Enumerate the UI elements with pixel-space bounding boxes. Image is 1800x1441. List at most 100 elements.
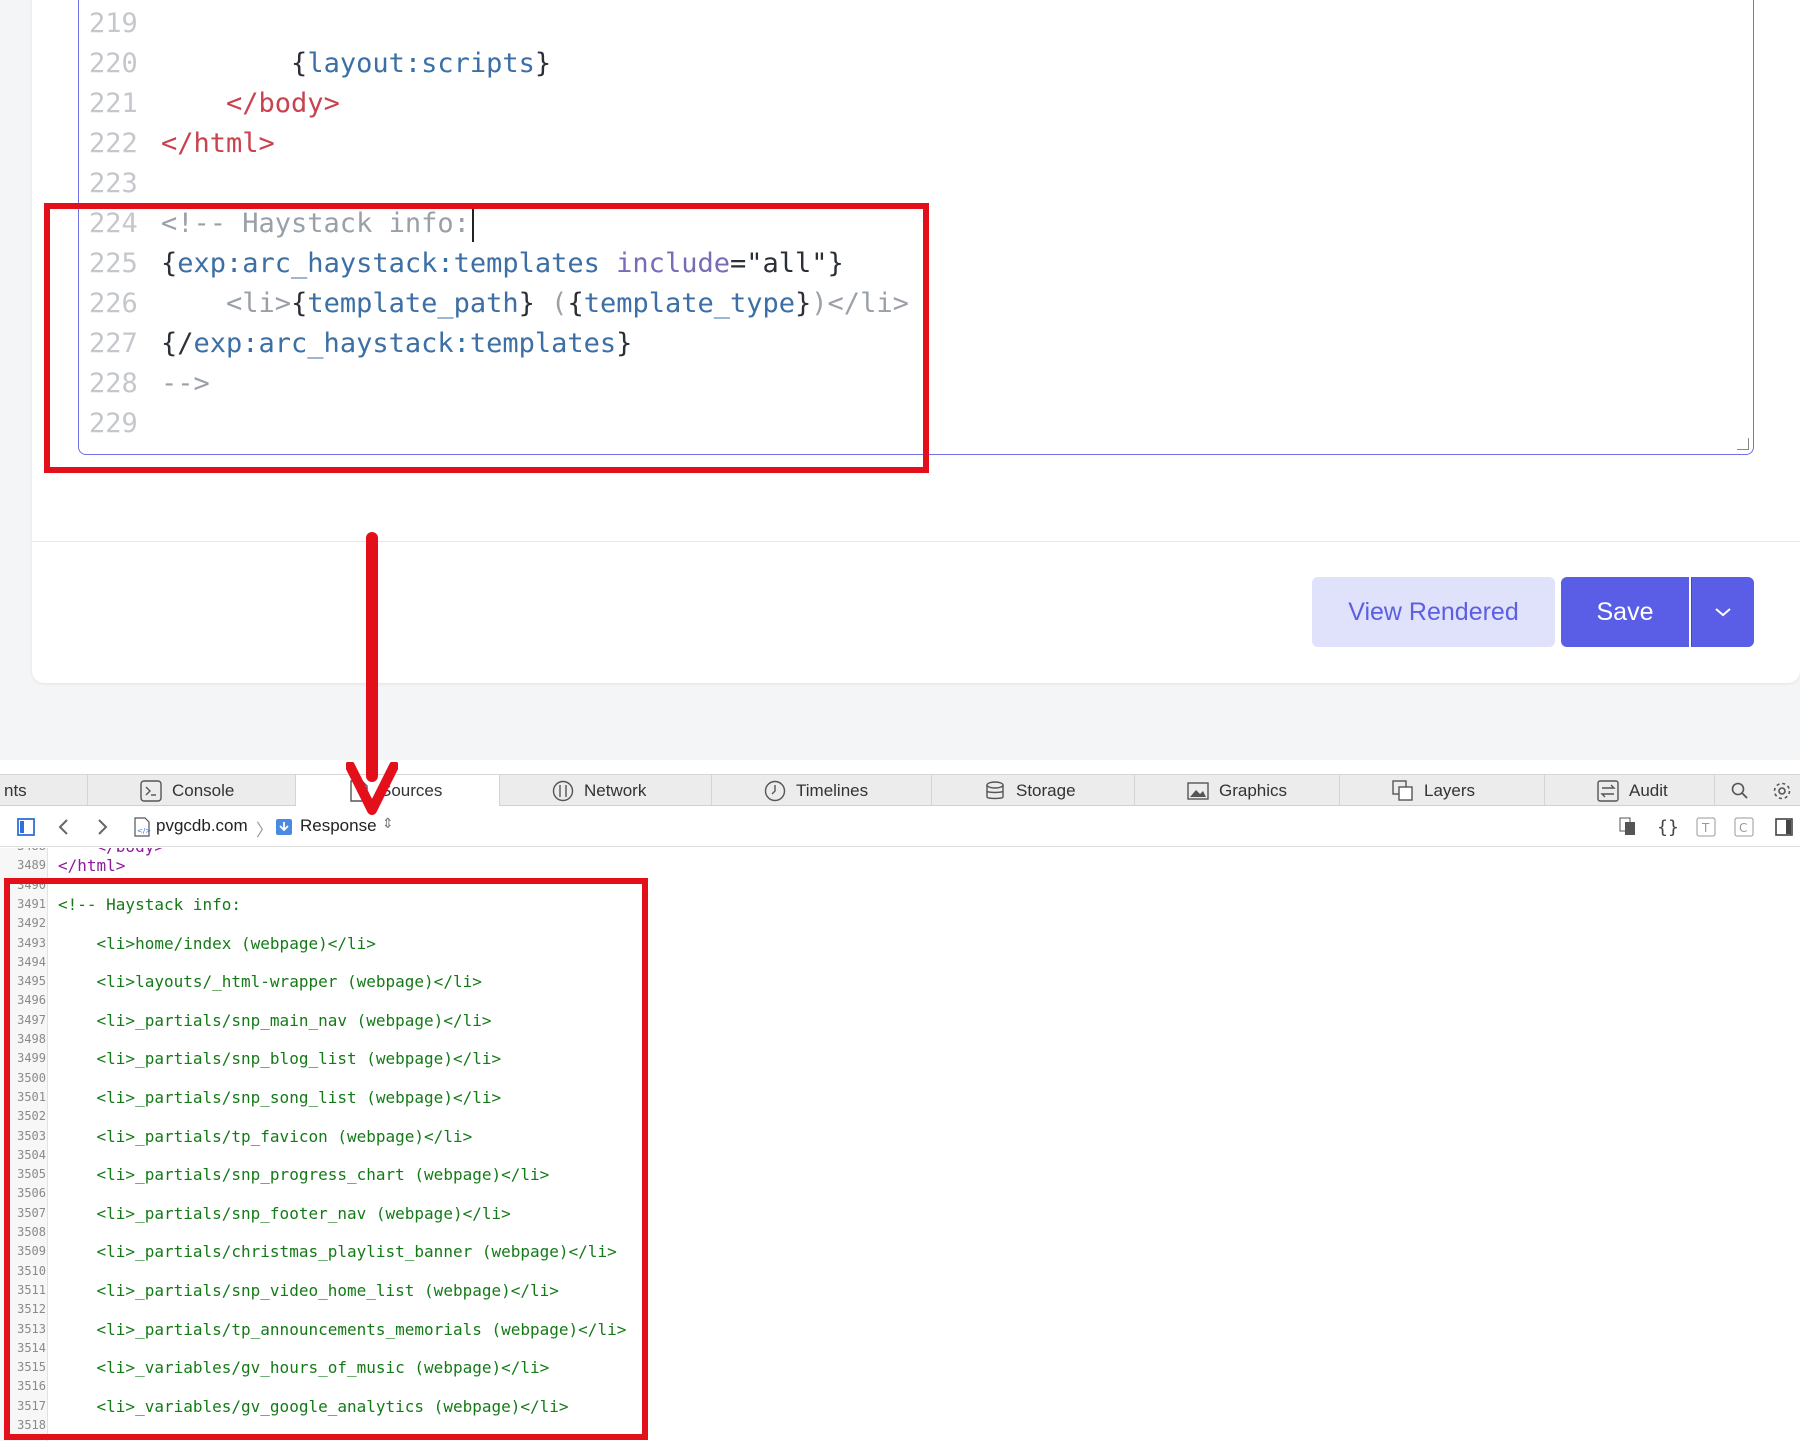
text-cursor — [471, 207, 474, 242]
source-line-text: <li>home/index (webpage)</li> — [58, 933, 376, 953]
source-line-text: <li>layouts/_html-wrapper (webpage)</li> — [58, 972, 482, 992]
source-line-text: <li>_partials/tp_favicon (webpage)</li> — [58, 1126, 473, 1146]
source-line: 3514 — [0, 1339, 1800, 1358]
editor-line[interactable]: 227 {/exp:arc_haystack:templates} — [79, 324, 1753, 364]
source-line-number: 3512 — [17, 1302, 46, 1317]
image-icon — [1187, 780, 1209, 802]
code-token: { — [291, 48, 308, 79]
tab-label: nts — [4, 780, 27, 800]
source-line-number: 3516 — [17, 1379, 46, 1394]
forward-icon[interactable] — [90, 815, 114, 839]
tab-storage[interactable]: Storage — [932, 775, 1135, 806]
code-token: } — [518, 288, 535, 319]
source-viewer[interactable]: 3488 </body> 3489 </html> 3490 3491 <!-- Hays… — [0, 848, 1800, 1441]
editor-line-number: 219 — [89, 8, 138, 39]
editor-line[interactable]: 221 </body> — [79, 84, 1753, 124]
tab-audit[interactable]: Audit — [1545, 775, 1715, 806]
tab-layers[interactable]: Layers — [1340, 775, 1545, 806]
card-divider — [32, 541, 1800, 542]
download-icon — [272, 815, 296, 839]
tab-console[interactable]: Console — [88, 775, 296, 806]
details-sidebar-icon[interactable] — [1772, 815, 1796, 839]
source-line: 3503 <li>_partials/tp_favicon (webpage)<… — [0, 1127, 1800, 1146]
source-line: 3512 — [0, 1300, 1800, 1319]
source-line-number: 3498 — [17, 1032, 46, 1046]
view-rendered-button[interactable]: View Rendered — [1312, 577, 1555, 647]
source-line-number: 3496 — [17, 993, 46, 1008]
back-icon[interactable] — [52, 815, 76, 839]
source-line-number: 3501 — [17, 1089, 46, 1104]
css-type-icon[interactable]: C — [1732, 815, 1756, 839]
source-line-number: 3490 — [17, 877, 46, 892]
editor-line-number: 220 — [89, 48, 138, 79]
editor-line-text: {layout:scripts} — [161, 44, 551, 84]
source-line: 3500 — [0, 1069, 1800, 1088]
tab-timelines[interactable]: Timelines — [712, 775, 932, 806]
sidebar-toggle-icon[interactable] — [14, 815, 38, 839]
tab-sources[interactable]: Sources — [296, 775, 500, 806]
editor-line[interactable]: 222 </html> — [79, 124, 1753, 164]
search-icon[interactable] — [1728, 779, 1752, 803]
editor-line[interactable]: 224 <!-- Haystack info: — [79, 204, 1753, 244]
editor-line-text: </html> — [161, 124, 275, 164]
tab-label: Audit — [1629, 780, 1668, 800]
save-button[interactable]: Save — [1561, 577, 1689, 647]
resize-handle-icon[interactable] — [1737, 438, 1749, 450]
text-type-icon[interactable]: T — [1694, 815, 1718, 839]
source-line-number: 3491 — [17, 896, 46, 911]
source-line: 3489 </html> — [0, 856, 1800, 875]
source-line: 3509 <li>_partials/christmas_playlist_ba… — [0, 1242, 1800, 1261]
copy-icon[interactable] — [1616, 815, 1640, 839]
editor-line-number: 229 — [89, 408, 138, 439]
source-line-text: <li>_partials/tp_announcements_memorials… — [58, 1319, 627, 1339]
tab-network[interactable]: Network — [500, 775, 712, 806]
tab-label: Network — [584, 780, 647, 800]
source-line-text: <li>_variables/gv_google_analytics (webp… — [58, 1396, 569, 1416]
breadcrumb-response[interactable]: Response — [300, 816, 377, 836]
code-token: include — [616, 248, 730, 279]
source-line: 3513 <li>_partials/tp_announcements_memo… — [0, 1320, 1800, 1339]
source-line: 3495 <li>layouts/_html-wrapper (webpage)… — [0, 972, 1800, 991]
document-icon: </> — [130, 815, 154, 839]
source-line: 3516 — [0, 1377, 1800, 1396]
source-line: 3491 <!-- Haystack info: — [0, 895, 1800, 914]
source-line-number: 3503 — [17, 1128, 46, 1143]
source-line-number: 3502 — [17, 1109, 46, 1124]
editor-line[interactable]: 229 — [79, 404, 1753, 444]
breadcrumb-separator: 〉 — [256, 821, 273, 840]
breadcrumb-host[interactable]: pvgcdb.com — [156, 816, 248, 836]
save-options-dropdown[interactable] — [1691, 577, 1754, 647]
code-token: } — [616, 328, 633, 359]
clock-icon — [764, 780, 786, 802]
editor-line-number: 228 — [89, 368, 138, 399]
editor-line[interactable]: 228 --> — [79, 364, 1753, 404]
pretty-print-icon[interactable]: {} — [1656, 815, 1680, 839]
code-token: ="all" — [729, 248, 828, 279]
source-line-number: 3495 — [17, 974, 46, 989]
source-line: 3507 <li>_partials/snp_footer_nav (webpa… — [0, 1204, 1800, 1223]
tab-label: Console — [172, 780, 235, 800]
tab-nts[interactable]: nts — [0, 775, 88, 806]
sort-arrows-icon[interactable]: ⇕ — [382, 815, 394, 832]
source-line-number: 3510 — [17, 1263, 46, 1278]
code-token: </html> — [161, 128, 275, 159]
code-editor[interactable]: 219 220 {layout:scripts} 221 </body> 222 </h… — [78, 0, 1754, 455]
tab-graphics[interactable]: Graphics — [1135, 775, 1340, 806]
source-line-number: 3507 — [17, 1205, 46, 1220]
source-line-text: <li>_partials/christmas_playlist_banner … — [58, 1242, 617, 1262]
source-line-text: <li>_partials/snp_song_list (webpage)</l… — [58, 1087, 502, 1107]
code-token: exp:arc_haystack:templates — [177, 248, 600, 279]
gear-icon[interactable] — [1770, 779, 1794, 803]
source-line-text: </html> — [58, 856, 126, 876]
editor-line[interactable]: 226 <li>{template_path} ({template_type}… — [79, 284, 1753, 324]
editor-line[interactable]: 225 {exp:arc_haystack:templates include="… — [79, 244, 1753, 284]
source-line: 3502 — [0, 1107, 1800, 1126]
editor-line[interactable]: 223 — [79, 164, 1753, 204]
source-line-number: 3488 — [6, 848, 46, 856]
source-line: 3501 <li>_partials/snp_song_list (webpag… — [0, 1088, 1800, 1107]
source-line-number: 3508 — [17, 1225, 46, 1239]
source-line-number: 3493 — [17, 935, 46, 950]
editor-line[interactable]: 219 — [79, 4, 1753, 44]
code-token: template_path — [307, 288, 519, 319]
editor-line[interactable]: 220 {layout:scripts} — [79, 44, 1753, 84]
